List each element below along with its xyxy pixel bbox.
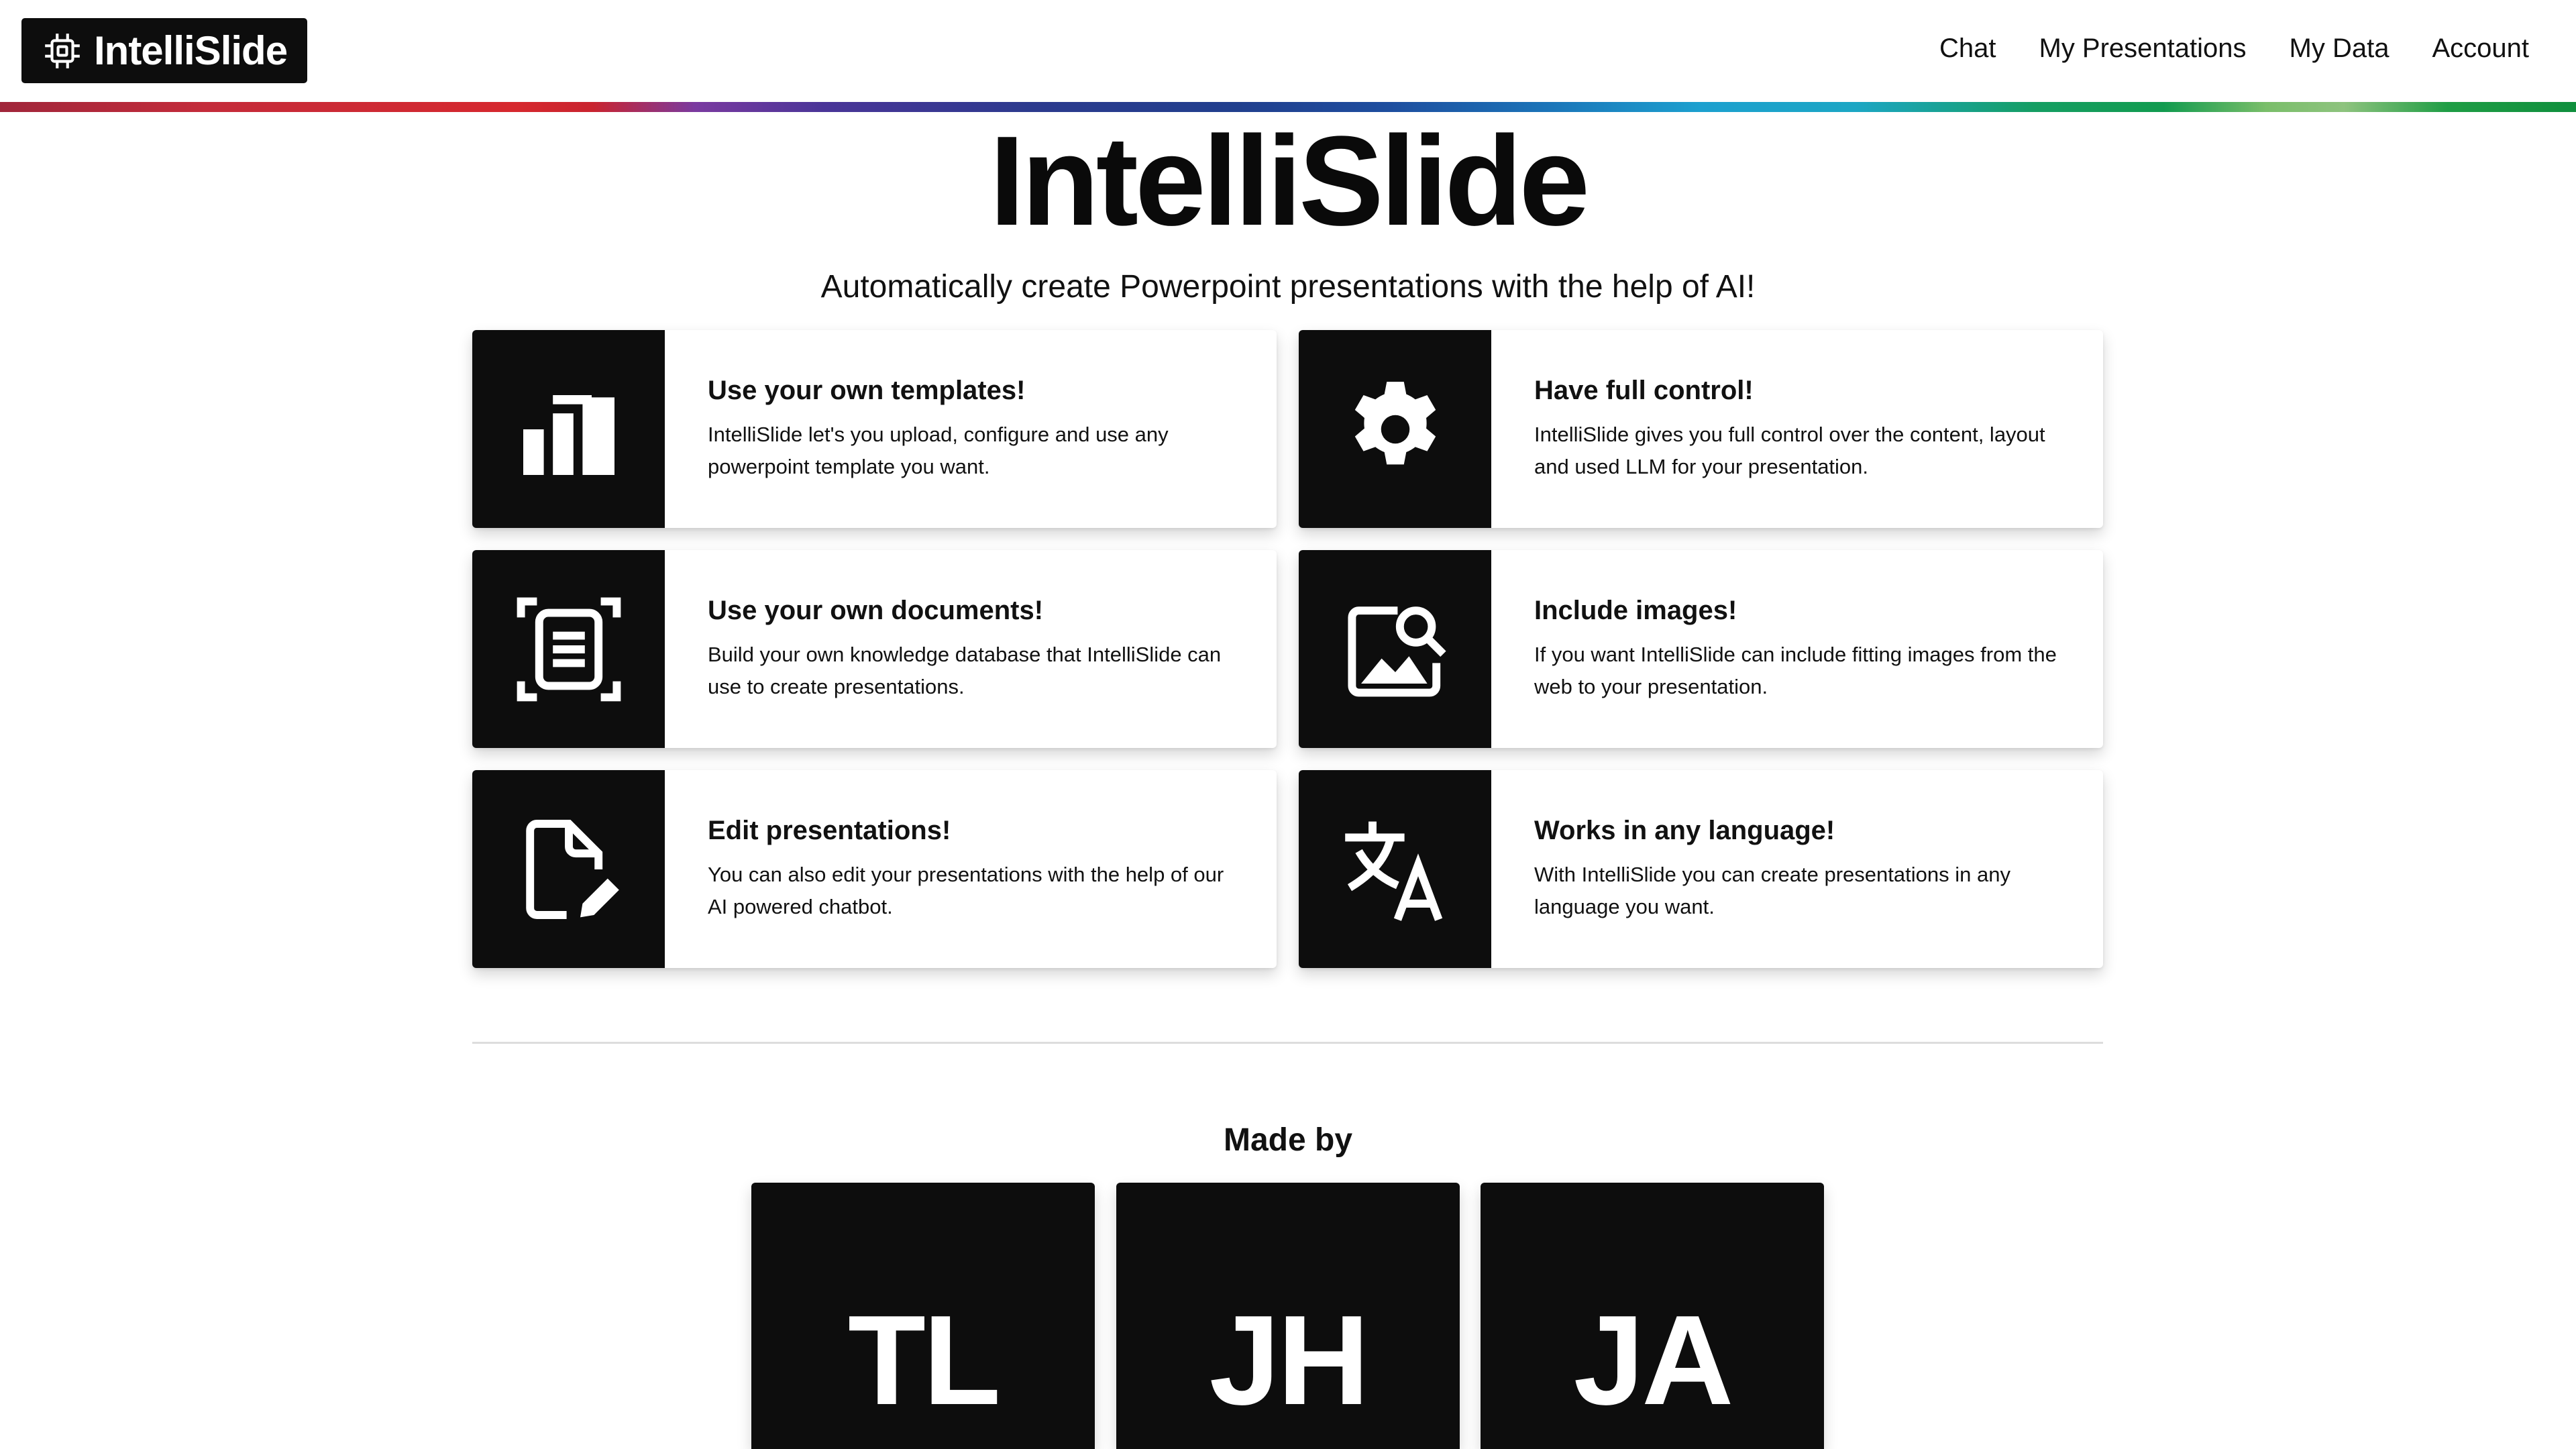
- feature-icon-box: [1299, 770, 1491, 968]
- nav-chat[interactable]: Chat: [1939, 34, 1996, 64]
- feature-body: Have full control! IntelliSlide gives yo…: [1534, 374, 2071, 483]
- feature-title: Works in any language!: [1534, 816, 1835, 845]
- translate-icon: [1344, 821, 1442, 921]
- feature-card-images: Include images! If you want IntelliSlide…: [1299, 550, 2103, 748]
- feature-icon-box: [1299, 550, 1491, 748]
- author-initials: JH: [1209, 1289, 1370, 1432]
- author-card-jh[interactable]: JH: [1116, 1183, 1460, 1449]
- feature-description: If you want IntelliSlide can include fit…: [1534, 643, 2057, 698]
- feature-body: Edit presentations! You can also edit yo…: [708, 814, 1244, 923]
- feature-title: Use your own templates!: [708, 376, 1026, 405]
- feature-card-templates: Use your own templates! IntelliSlide let…: [472, 330, 1277, 528]
- author-initials: JA: [1573, 1289, 1734, 1432]
- page-title: IntelliSlide: [989, 110, 1590, 252]
- image-search-icon: [1347, 606, 1446, 697]
- page-subtitle: Automatically create Powerpoint presenta…: [820, 269, 1756, 305]
- feature-card-language: Works in any language! With IntelliSlide…: [1299, 770, 2103, 968]
- nav-my-presentations[interactable]: My Presentations: [2039, 34, 2247, 64]
- feature-title: Edit presentations!: [708, 816, 951, 845]
- feature-description: IntelliSlide gives you full control over…: [1534, 423, 2045, 478]
- main-nav: Chat My Presentations My Data Account: [1896, 34, 2529, 64]
- feature-description: You can also edit your presentations wit…: [708, 863, 1224, 918]
- feature-icon-box: [1299, 330, 1491, 528]
- nav-my-data[interactable]: My Data: [2290, 34, 2390, 64]
- nav-account[interactable]: Account: [2432, 34, 2529, 64]
- feature-title: Use your own documents!: [708, 596, 1044, 625]
- author-card-ja[interactable]: JA: [1481, 1183, 1824, 1449]
- feature-card-control: Have full control! IntelliSlide gives yo…: [1299, 330, 2103, 528]
- feature-card-edit: Edit presentations! You can also edit yo…: [472, 770, 1277, 968]
- logo-text: IntelliSlide: [94, 28, 288, 73]
- gear-icon: [1354, 381, 1436, 464]
- feature-description: Build your own knowledge database that I…: [708, 643, 1222, 698]
- feature-title: Include images!: [1534, 596, 1737, 625]
- feature-icon-box: [472, 770, 665, 968]
- feature-body: Use your own templates! IntelliSlide let…: [708, 374, 1244, 483]
- cpu-chip-icon: [42, 30, 83, 72]
- section-divider: [472, 1042, 2103, 1044]
- feature-body: Works in any language! With IntelliSlide…: [1534, 814, 2071, 923]
- top-navbar: IntelliSlide Chat My Presentations My Da…: [0, 0, 2576, 102]
- feature-description: With IntelliSlide you can create present…: [1534, 863, 2010, 918]
- bar-chart-icon: [523, 394, 614, 475]
- file-edit-icon: [525, 819, 619, 919]
- logo-button[interactable]: IntelliSlide: [21, 18, 307, 83]
- feature-title: Have full control!: [1534, 376, 1754, 405]
- feature-icon-box: [472, 550, 665, 748]
- feature-description: IntelliSlide let's you upload, configure…: [708, 423, 1169, 478]
- document-scan-icon: [517, 597, 621, 701]
- feature-icon-box: [472, 330, 665, 528]
- author-card-tl[interactable]: TL: [751, 1183, 1095, 1449]
- made-by-heading: Made by: [1223, 1122, 1353, 1158]
- feature-card-documents: Use your own documents! Build your own k…: [472, 550, 1277, 748]
- feature-body: Use your own documents! Build your own k…: [708, 594, 1244, 703]
- feature-body: Include images! If you want IntelliSlide…: [1534, 594, 2071, 703]
- author-initials: TL: [847, 1289, 1001, 1432]
